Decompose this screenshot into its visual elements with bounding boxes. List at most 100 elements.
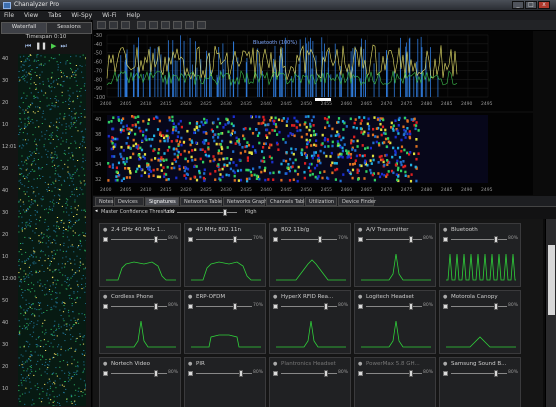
pan-tool-icon[interactable] xyxy=(121,21,130,29)
signature-slider[interactable] xyxy=(366,373,422,374)
signature-card[interactable]: ● Nortech Video 80% xyxy=(99,357,181,407)
signature-card[interactable]: ● Samsung Sound B... 80% xyxy=(439,357,521,407)
signature-slider[interactable] xyxy=(366,239,422,240)
menu-tabs[interactable]: Tabs xyxy=(44,11,65,20)
signature-card[interactable]: ● PIR 80% xyxy=(184,357,266,407)
signature-slider-knob[interactable] xyxy=(238,370,243,377)
signature-slider[interactable] xyxy=(196,373,252,374)
maximize-button[interactable]: □ xyxy=(525,1,537,9)
signature-checkbox[interactable] xyxy=(273,237,278,242)
signature-card[interactable]: ● HyperX RFID Rea... 80% xyxy=(269,290,351,354)
signature-slider[interactable] xyxy=(451,239,507,240)
confidence-slider[interactable] xyxy=(177,212,237,213)
signature-slider-knob[interactable] xyxy=(153,370,158,377)
signature-checkbox[interactable] xyxy=(103,304,108,309)
select-tool-icon[interactable] xyxy=(97,21,106,29)
layout-icon[interactable] xyxy=(185,21,194,29)
signature-checkbox[interactable] xyxy=(188,304,193,309)
skip-back-icon[interactable]: ⏮ xyxy=(25,42,31,50)
signature-card[interactable]: ● A/V Transmitter 80% xyxy=(354,223,436,287)
signature-checkbox[interactable] xyxy=(443,304,448,309)
menu-help[interactable]: Help xyxy=(122,11,144,20)
tab-waterfall[interactable]: Waterfall xyxy=(1,22,47,34)
signature-checkbox[interactable] xyxy=(103,237,108,242)
signature-checkbox[interactable] xyxy=(188,237,193,242)
signature-card[interactable]: ● Logitech Headset 80% xyxy=(354,290,436,354)
waterfall-view-icon[interactable] xyxy=(149,21,158,29)
signature-slider[interactable] xyxy=(366,306,422,307)
signature-card[interactable]: ● 802.11b/g 70% xyxy=(269,223,351,287)
signature-checkbox[interactable] xyxy=(188,371,193,376)
tab-utilization[interactable]: Utilization xyxy=(305,197,337,206)
pause-icon[interactable]: ❚❚ xyxy=(35,42,47,50)
spectrum-view-icon[interactable] xyxy=(137,21,146,29)
signature-card[interactable]: ● ERP-OFDM 70% xyxy=(184,290,266,354)
signature-slider-knob[interactable] xyxy=(493,236,498,243)
signature-slider[interactable] xyxy=(281,306,337,307)
signature-card[interactable]: ● 40 MHz 802.11n 70% xyxy=(184,223,266,287)
tab-devices[interactable]: Devices xyxy=(114,197,144,206)
tab-networks-table[interactable]: Networks Table xyxy=(180,197,222,206)
menu-wi-fi[interactable]: Wi-Fi xyxy=(98,11,120,20)
signature-card[interactable]: ● Cordless Phone 80% xyxy=(99,290,181,354)
confidence-slider-knob[interactable] xyxy=(223,209,227,216)
tab-signatures[interactable]: Signatures xyxy=(145,197,179,206)
signature-checkbox[interactable] xyxy=(273,304,278,309)
spectrum-graph[interactable]: -30 -40 -50 -60 -70 -80 -90 -100 2400 2405 2410 241… xyxy=(93,31,533,111)
signature-slider[interactable] xyxy=(196,306,252,307)
fast-forward-icon[interactable]: ⏭ xyxy=(60,42,66,50)
collapse-icon[interactable]: ◂ xyxy=(95,208,98,214)
signature-slider-knob[interactable] xyxy=(233,303,238,310)
play-icon[interactable]: ▶ xyxy=(51,42,56,50)
tab-notes[interactable]: Notes xyxy=(95,197,113,206)
signature-card[interactable]: ● Motorola Canopy 80% xyxy=(439,290,521,354)
signature-card[interactable]: ●Plantronics Headset80%Out of band xyxy=(269,357,351,407)
signature-checkbox[interactable] xyxy=(273,371,278,376)
tab-channels-table[interactable]: Channels Table xyxy=(266,197,308,206)
signature-slider[interactable] xyxy=(196,239,252,240)
signature-slider-knob[interactable] xyxy=(153,236,158,243)
left-waterfall[interactable] xyxy=(18,54,86,406)
marker-icon[interactable] xyxy=(161,21,170,29)
signature-card[interactable]: ●PowerMax 5.8 GH...80%Out of band xyxy=(354,357,436,407)
signature-checkbox[interactable] xyxy=(358,371,363,376)
signature-checkbox[interactable] xyxy=(443,237,448,242)
signature-slider[interactable] xyxy=(451,373,507,374)
tab-networks-graph[interactable]: Networks Graph xyxy=(223,197,267,206)
signature-slider-knob[interactable] xyxy=(318,236,323,243)
signature-checkbox[interactable] xyxy=(103,371,108,376)
signature-slider-knob[interactable] xyxy=(493,370,498,377)
menu-wi-spy[interactable]: Wi-Spy xyxy=(67,11,96,20)
signatures-scrollbar[interactable] xyxy=(545,219,556,407)
signature-slider[interactable] xyxy=(281,239,337,240)
zoom-tool-icon[interactable] xyxy=(109,21,118,29)
signature-slider-knob[interactable] xyxy=(408,370,413,377)
signature-slider[interactable] xyxy=(451,306,507,307)
signature-checkbox[interactable] xyxy=(443,371,448,376)
signature-slider-knob[interactable] xyxy=(493,303,498,310)
signature-slider-knob[interactable] xyxy=(323,370,328,377)
main-waterfall[interactable]: 40 38 36 34 32 2400 2405 2410 2415 2420 2425 2430 24… xyxy=(93,113,533,195)
scrollbar-thumb[interactable] xyxy=(548,245,555,315)
signature-slider-knob[interactable] xyxy=(153,303,158,310)
signature-slider-knob[interactable] xyxy=(408,236,413,243)
settings-icon[interactable] xyxy=(197,21,206,29)
heart-icon[interactable] xyxy=(173,21,182,29)
signature-card[interactable]: ● Bluetooth 80% xyxy=(439,223,521,287)
signature-checkbox[interactable] xyxy=(358,237,363,242)
signature-checkbox[interactable] xyxy=(358,304,363,309)
signature-slider-knob[interactable] xyxy=(408,303,413,310)
signature-slider-knob[interactable] xyxy=(233,236,238,243)
menu-view[interactable]: View xyxy=(20,11,42,20)
signature-card[interactable]: ● 2.4 GHz 40 MHz 1... 80% xyxy=(99,223,181,287)
menu-file[interactable]: File xyxy=(0,11,18,20)
tab-sessions[interactable]: Sessions xyxy=(46,22,92,34)
signature-slider-knob[interactable] xyxy=(323,303,328,310)
signature-slider[interactable] xyxy=(281,373,337,374)
signature-slider[interactable] xyxy=(111,306,167,307)
signature-slider[interactable] xyxy=(111,239,167,240)
close-button[interactable]: x xyxy=(538,1,550,9)
tab-device-finder[interactable]: Device Finder xyxy=(338,197,376,206)
signature-slider[interactable] xyxy=(111,373,167,374)
minimize-button[interactable]: _ xyxy=(512,1,524,9)
